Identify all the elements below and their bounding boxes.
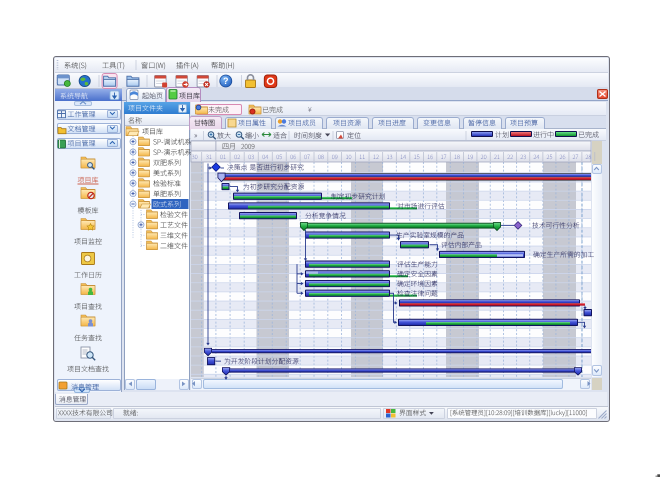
svg-text:?: ?	[223, 76, 229, 86]
